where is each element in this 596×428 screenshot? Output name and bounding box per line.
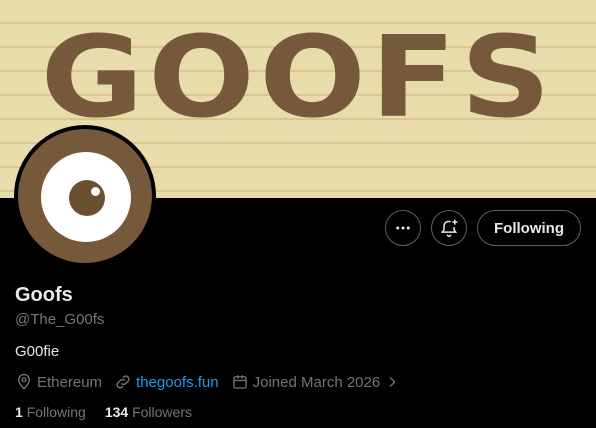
join-date-text: Joined March 2026	[252, 373, 381, 391]
website-link[interactable]: thegoofs.fun	[136, 374, 219, 391]
profile-stats: 1 Following 134 Followers	[15, 404, 211, 420]
profile-bio: G00fie	[15, 343, 60, 360]
chevron-right-icon[interactable]	[384, 374, 400, 390]
following-button[interactable]: Following	[477, 210, 581, 246]
location-pin-icon	[18, 373, 30, 390]
calendar-icon	[232, 375, 247, 389]
avatar-image	[18, 129, 152, 263]
following-count: 1	[15, 404, 23, 420]
profile-meta: Ethereum thegoofs.fun Joined March 2026	[15, 373, 416, 391]
join-date: Joined March 2026	[231, 373, 405, 391]
notifications-button[interactable]	[431, 210, 468, 246]
followers-count: 134	[104, 404, 129, 420]
profile-handle: @The_G00fs	[15, 311, 105, 328]
link-icon	[116, 375, 130, 389]
followers-label: Followers	[132, 404, 192, 420]
banner-logo-text: GOOFS	[40, 13, 556, 143]
avatar[interactable]	[14, 125, 156, 267]
location-text: Ethereum	[37, 373, 103, 391]
profile-name: Goofs	[15, 284, 73, 306]
website: thegoofs.fun	[114, 373, 219, 391]
eye-icon	[41, 152, 131, 242]
following-stat[interactable]: 1 Following	[15, 404, 86, 420]
following-label: Following	[26, 404, 86, 420]
more-button[interactable]	[385, 210, 422, 246]
profile-actions: Following	[385, 210, 581, 246]
followers-stat[interactable]: 134 Followers	[105, 404, 192, 420]
bell-plus-icon	[440, 219, 458, 238]
location: Ethereum	[15, 373, 102, 391]
more-horizontal-icon	[396, 226, 410, 230]
